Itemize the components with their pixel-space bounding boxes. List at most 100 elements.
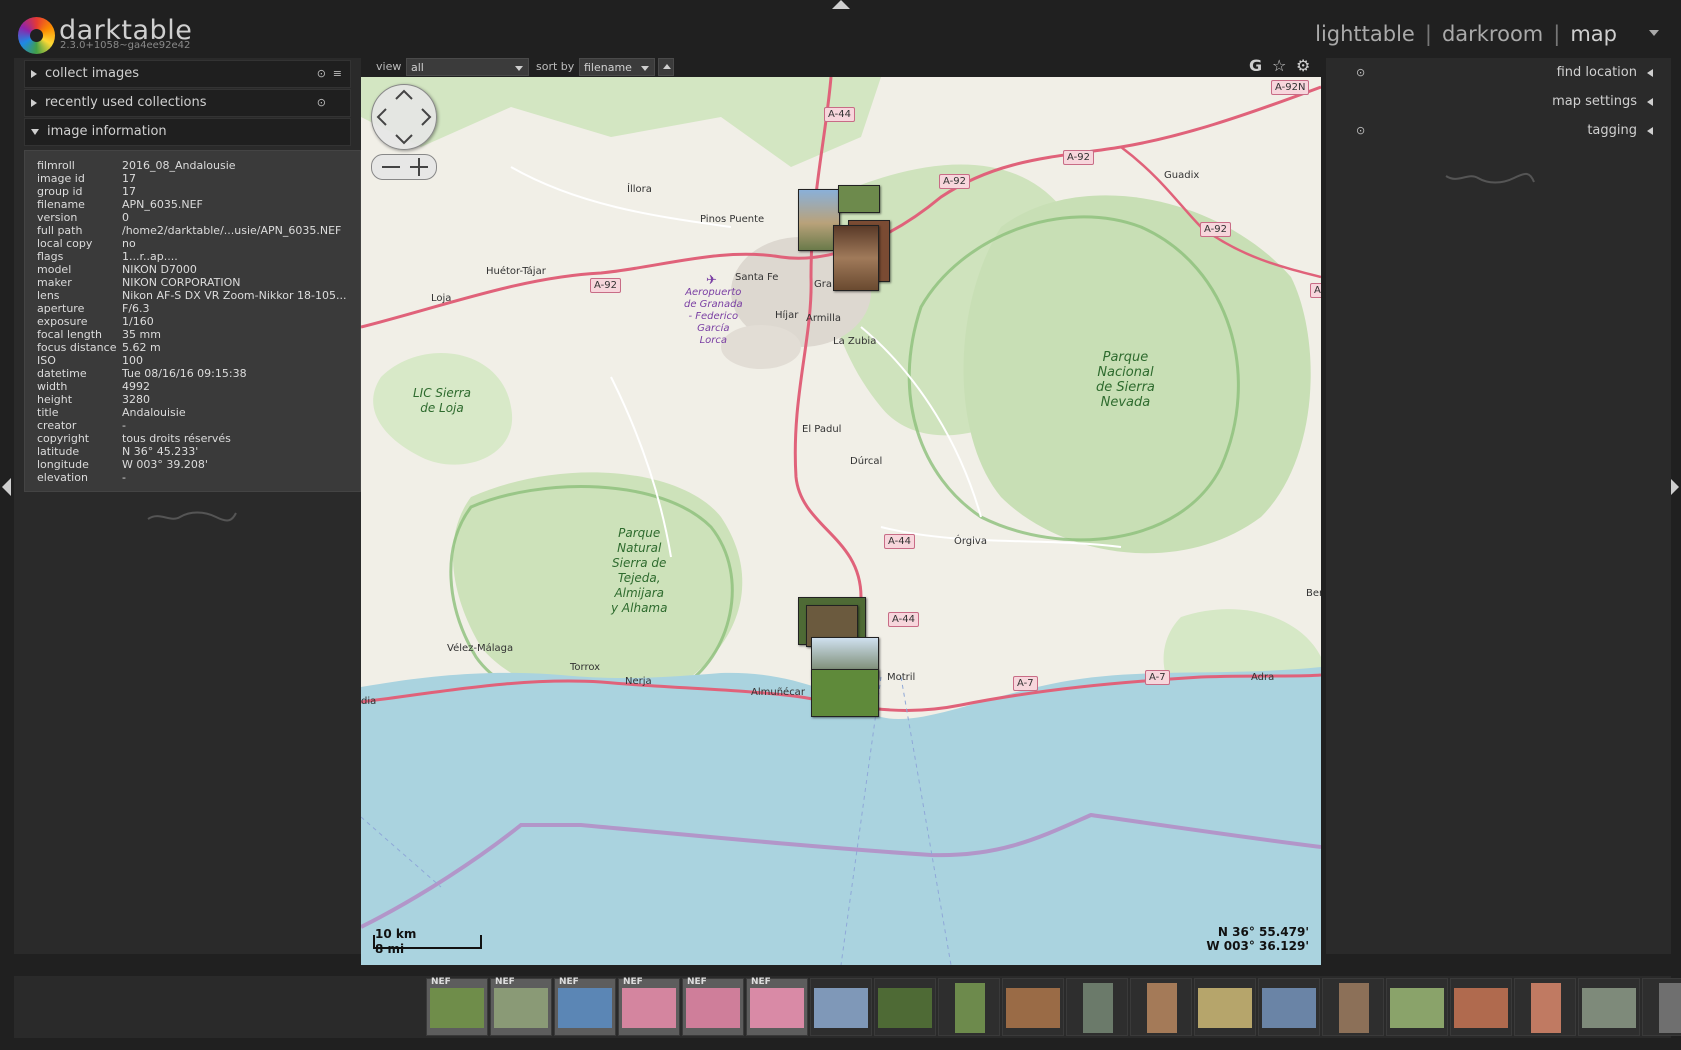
filmstrip-thumbnail[interactable] [810, 978, 872, 1036]
view-map[interactable]: map [1570, 22, 1617, 46]
map-pan-control[interactable] [371, 84, 437, 150]
star-icon[interactable]: ☆ [1272, 56, 1286, 75]
thumbnail-image [1390, 988, 1444, 1028]
filmstrip-thumbnail[interactable] [1002, 978, 1064, 1036]
image-info-value: 4992 [122, 380, 150, 393]
map-place-label: Torrox [570, 662, 601, 673]
thumbnail-image [1659, 983, 1681, 1033]
image-info-key: longitude [37, 458, 89, 471]
image-info-value: - [122, 419, 126, 432]
pan-arrows-icon [376, 89, 432, 145]
reset-icon[interactable]: ⊙ [1356, 60, 1365, 86]
recent-collections-header[interactable]: recently used collections ⊙ [24, 89, 351, 117]
road-shield: A-44 [888, 612, 919, 627]
image-info-key: focal length [37, 328, 103, 341]
image-info-key: ISO [37, 354, 56, 367]
thumbnail-format-label: NEF [495, 977, 515, 987]
filmstrip-thumbnail[interactable]: NEF [490, 977, 552, 1036]
google-g-icon[interactable]: G [1249, 56, 1262, 75]
thumbnail-image [686, 988, 740, 1028]
chevron-down-icon [515, 66, 523, 71]
image-info-value: APN_6035.NEF [122, 198, 203, 211]
thumbnail-image [878, 988, 932, 1028]
filmstrip-thumbnail[interactable] [1130, 978, 1192, 1036]
sort-by-select[interactable]: filename [579, 58, 655, 76]
presets-menu-icon[interactable]: ≡ [333, 61, 342, 87]
filmstrip-thumbnail[interactable] [1514, 978, 1576, 1036]
reset-icon[interactable]: ⊙ [317, 61, 326, 87]
map-zoom-control[interactable] [371, 154, 437, 180]
filmstrip-thumbnail[interactable] [1386, 978, 1448, 1036]
expand-icon [31, 98, 37, 107]
filmstrip-thumbnail[interactable] [1066, 978, 1128, 1036]
map-settings-header[interactable]: map settings [1326, 89, 1661, 115]
view-darkroom[interactable]: darkroom [1442, 22, 1543, 46]
view-lighttable[interactable]: lighttable [1315, 22, 1415, 46]
image-info-key: version [37, 211, 78, 224]
road-shield: A-7 [1145, 670, 1170, 685]
image-info-value: N 36° 45.233' [122, 445, 199, 458]
filmstrip-thumbnail[interactable] [1194, 978, 1256, 1036]
image-info-key: width [37, 380, 68, 393]
tagging-header[interactable]: ⊙ tagging [1326, 118, 1661, 144]
thumbnail-image [1198, 988, 1252, 1028]
map-photo-thumbnail[interactable] [838, 185, 880, 213]
map-place-label: Motril [887, 672, 916, 683]
filmstrip-thumbnail[interactable] [1642, 978, 1681, 1036]
filmstrip-thumbnail[interactable] [1258, 978, 1320, 1036]
filmstrip-thumbnail[interactable]: NEF [618, 977, 680, 1036]
thumbnail-image [750, 988, 804, 1028]
thumbnail-image [430, 988, 484, 1028]
zoom-in-out-icon [382, 158, 428, 176]
thumbnail-format-label: NEF [431, 977, 451, 987]
filmstrip-thumbnail[interactable] [938, 978, 1000, 1036]
image-info-value: 3280 [122, 393, 150, 406]
image-info-key: exposure [37, 315, 88, 328]
filmstrip-thumbnail[interactable] [1322, 978, 1384, 1036]
view-filter-select[interactable]: all [406, 58, 529, 76]
image-info-value: 100 [122, 354, 143, 367]
road-shield: A-92N [1271, 80, 1310, 95]
image-info-key: local copy [37, 237, 93, 250]
flourish-decoration [147, 511, 237, 522]
scale-mi: 8 mi [375, 942, 405, 956]
filmstrip-thumbnail[interactable]: NEF [746, 977, 808, 1036]
filmstrip-thumbnail[interactable]: NEF [426, 977, 488, 1036]
road-shield: A-92 [590, 278, 621, 293]
image-info-value: 35 mm [122, 328, 161, 341]
chevron-down-icon[interactable] [1649, 30, 1659, 36]
thumbnail-format-label: NEF [687, 977, 707, 987]
filmstrip-thumbnail[interactable] [1450, 978, 1512, 1036]
image-info-key: full path [37, 224, 83, 237]
image-info-key: maker [37, 276, 72, 289]
thumbnail-image [622, 988, 676, 1028]
thumbnail-image [1339, 983, 1369, 1033]
image-information-header[interactable]: image information [24, 118, 351, 146]
collect-images-header[interactable]: collect images ⊙ ≡ [24, 60, 351, 88]
image-info-value: no [122, 237, 136, 250]
filmstrip-thumbnail[interactable]: NEF [682, 977, 744, 1036]
filmstrip-thumbnail[interactable] [1578, 978, 1640, 1036]
reset-icon[interactable]: ⊙ [317, 90, 326, 116]
image-info-key: datetime [37, 367, 87, 380]
top-panel-toggle-icon[interactable] [832, 0, 850, 9]
road-shield: A-44 [824, 107, 855, 122]
filmstrip-thumbnail[interactable] [874, 978, 936, 1036]
image-info-value: 17 [122, 172, 136, 185]
image-info-key: flags [37, 250, 64, 263]
image-info-key: filename [37, 198, 85, 211]
gear-icon[interactable]: ⚙ [1296, 56, 1310, 75]
right-panel-toggle-icon[interactable] [1670, 478, 1679, 496]
find-location-header[interactable]: ⊙ find location [1326, 60, 1661, 86]
map-photo-thumbnail[interactable] [833, 225, 879, 291]
sort-by-value: filename [584, 61, 632, 74]
scale-km: 10 km [375, 927, 417, 941]
sort-direction-button[interactable] [658, 58, 674, 76]
filmstrip-thumbnail[interactable]: NEF [554, 977, 616, 1036]
map-canvas[interactable]: Íllora Pinos Puente Huétor-Tájar Loja Sa… [361, 77, 1321, 965]
reset-icon[interactable]: ⊙ [1356, 118, 1365, 144]
image-info-value: F/6.3 [122, 302, 150, 315]
left-panel-toggle-icon[interactable] [2, 478, 11, 496]
map-photo-thumbnail[interactable] [811, 669, 879, 717]
map-place-label: Loja [431, 293, 452, 304]
